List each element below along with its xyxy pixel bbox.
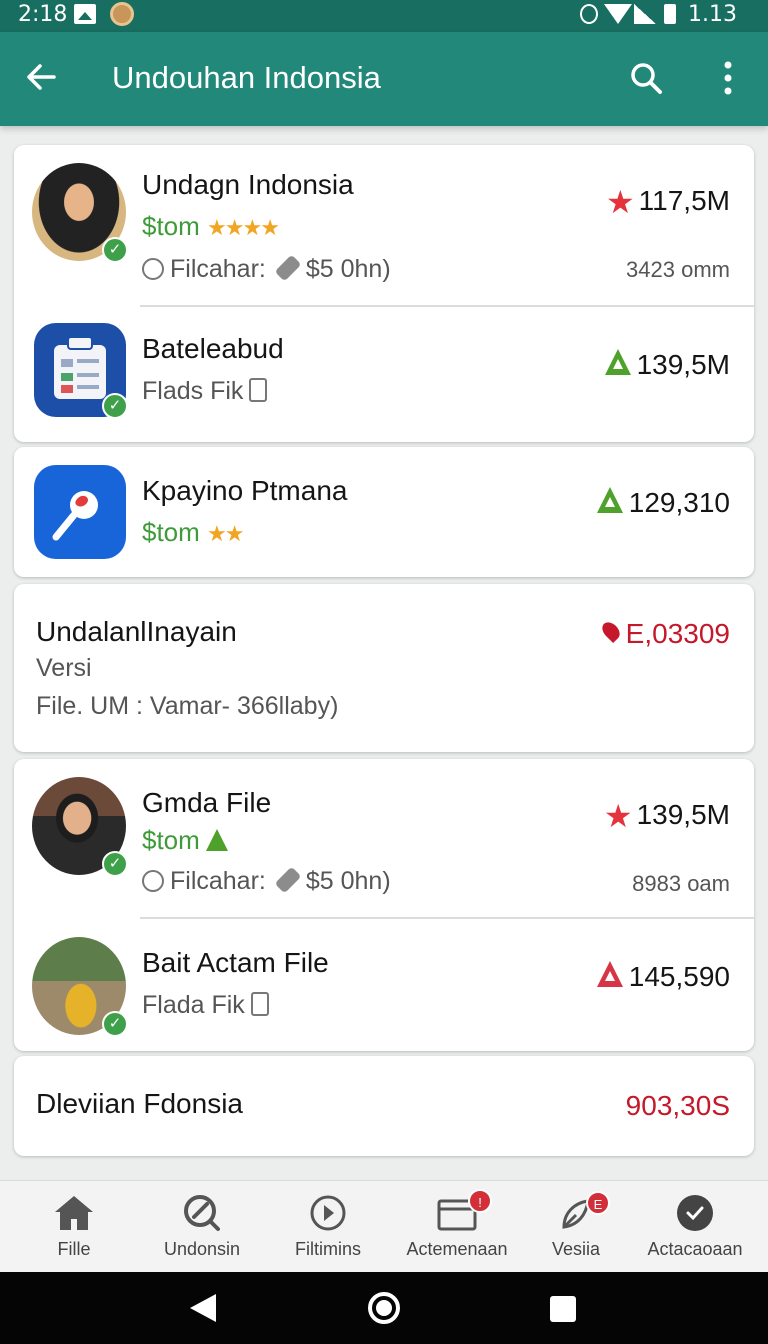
list-item[interactable]: ✓ Bateleabud Flads Fik 139,5M xyxy=(14,307,754,442)
list-item[interactable]: ✓ Gmda File $tom Filcahar: $5 0hn) ★ 139,5… xyxy=(14,759,754,917)
app-icon xyxy=(34,465,126,559)
file-card[interactable]: Kpayino Ptmana $tom ★★ 129,310 xyxy=(14,447,754,577)
nav-label: Filtimins xyxy=(295,1239,361,1259)
item-title: Gmda File xyxy=(142,787,272,818)
gallery-notification-icon xyxy=(74,4,96,24)
tag-icon xyxy=(274,866,302,894)
item-title: Bateleabud xyxy=(142,333,284,364)
avatar: ✓ xyxy=(32,163,128,263)
app-icon: ✓ xyxy=(34,323,128,419)
link-icon xyxy=(142,258,164,280)
item-file-info: File. UM : Vamar- 366llaby) xyxy=(36,692,339,720)
nav-label: Undonsin xyxy=(163,1239,241,1259)
item-title: Kpayino Ptmana xyxy=(142,475,348,506)
verified-check-icon: ✓ xyxy=(102,1011,128,1037)
item-meta: Flads Fik xyxy=(142,377,268,406)
item-subtitle: $tom ★★★★ xyxy=(142,211,280,241)
wifi-icon xyxy=(604,4,632,24)
app-notification-icon xyxy=(110,2,134,26)
tag-icon xyxy=(274,254,302,282)
item-secondary-value: 8983 oam xyxy=(632,871,730,896)
triangle-up-icon xyxy=(205,829,228,851)
nav-label: Actacaoaan xyxy=(647,1239,743,1259)
bottom-navigation: Fille Undonsin Filtimins ! Actemenaan E … xyxy=(0,1180,768,1272)
more-options-icon[interactable] xyxy=(716,58,740,98)
search-icon[interactable] xyxy=(628,60,664,96)
verified-check-icon: ✓ xyxy=(102,393,128,419)
nav-item-filtimins[interactable]: Filtimins xyxy=(268,1181,388,1273)
item-subtitle: $tom ★★ xyxy=(142,517,245,547)
item-title: UndalanlInayain xyxy=(36,616,237,647)
item-version: Versi xyxy=(36,654,92,682)
avatar: ✓ xyxy=(32,937,128,1037)
nav-item-undonsin[interactable]: Undonsin xyxy=(142,1181,262,1273)
nav-label: Actemenaan xyxy=(406,1239,508,1259)
system-back-icon[interactable] xyxy=(190,1294,216,1322)
document-icon xyxy=(249,378,268,402)
item-secondary-value: 3423 omm xyxy=(626,257,730,282)
item-title: Bait Actam File xyxy=(142,947,329,978)
item-value: 129,310 xyxy=(596,487,730,519)
home-icon xyxy=(55,1196,93,1230)
alarm-icon xyxy=(580,4,598,24)
item-meta: Filcahar: $5 0hn) xyxy=(142,866,391,896)
search-icon xyxy=(184,1195,220,1231)
item-meta: Filcahar: $5 0hn) xyxy=(142,254,391,284)
list-item[interactable]: ✓ Bait Actam File Flada Fik 145,590 xyxy=(14,919,754,1051)
nav-item-vesiia[interactable]: E Vesiia xyxy=(518,1181,634,1273)
rating-stars: ★★★★ xyxy=(207,215,280,240)
battery-text: 1.13 xyxy=(688,2,737,27)
triangle-up-icon xyxy=(604,349,631,375)
verified-check-icon: ✓ xyxy=(102,851,128,877)
star-icon: ★ xyxy=(603,798,633,834)
document-icon xyxy=(250,992,269,1016)
file-group-card: ✓ Undagn Indonsia $tom ★★★★ Filcahar: $5 … xyxy=(14,145,754,442)
triangle-up-icon xyxy=(596,961,623,987)
nav-item-actacaoaan[interactable]: Actacaoaan xyxy=(634,1181,756,1273)
file-card[interactable]: Dleviian Fdonsia 903,30S xyxy=(14,1056,754,1156)
item-subtitle: $tom xyxy=(142,825,228,856)
rating-stars: ★★ xyxy=(207,521,244,546)
notification-badge: E xyxy=(586,1191,610,1215)
system-home-icon[interactable] xyxy=(368,1292,400,1324)
back-arrow-icon[interactable] xyxy=(24,60,58,94)
link-icon xyxy=(142,870,164,892)
item-value: E,03309 xyxy=(598,618,730,650)
triangle-up-icon xyxy=(596,487,623,513)
file-group-card: ✓ Gmda File $tom Filcahar: $5 0hn) ★ 139,5… xyxy=(14,759,754,1051)
app-bar: Undouhan Indonsia xyxy=(0,32,768,126)
nav-label: Fille xyxy=(57,1239,91,1259)
page-title: Undouhan Indonsia xyxy=(112,60,381,95)
status-bar: 2:18 1.13 xyxy=(0,0,768,32)
nav-item-fille[interactable]: Fille xyxy=(14,1181,134,1273)
nav-label: Vesiia xyxy=(551,1239,601,1259)
file-card[interactable]: UndalanlInayain Versi File. UM : Vamar- … xyxy=(14,584,754,752)
location-pin-icon xyxy=(598,618,623,644)
system-navigation-bar xyxy=(0,1272,768,1344)
list-item[interactable]: ✓ Undagn Indonsia $tom ★★★★ Filcahar: $5 … xyxy=(14,145,754,305)
item-value: ★ 117,5M xyxy=(605,184,730,220)
item-title: Undagn Indonsia xyxy=(142,169,354,200)
status-time: 2:18 xyxy=(18,2,68,27)
notification-badge: ! xyxy=(468,1189,492,1213)
item-value: 139,5M xyxy=(604,349,730,381)
avatar: ✓ xyxy=(32,777,128,877)
signal-icon xyxy=(634,4,656,24)
play-circle-icon xyxy=(310,1195,346,1231)
item-meta: Flada Fik xyxy=(142,991,269,1020)
item-value: 903,30S xyxy=(625,1090,730,1121)
system-recents-icon[interactable] xyxy=(550,1296,576,1322)
item-value: ★ 139,5M xyxy=(603,798,730,834)
star-icon: ★ xyxy=(605,184,635,220)
verified-check-icon: ✓ xyxy=(102,237,128,263)
nav-item-actemenaan[interactable]: ! Actemenaan xyxy=(398,1181,516,1273)
battery-icon xyxy=(664,4,676,24)
item-title: Dleviian Fdonsia xyxy=(36,1088,243,1119)
check-circle-icon xyxy=(677,1195,713,1231)
item-value: 145,590 xyxy=(596,961,730,993)
